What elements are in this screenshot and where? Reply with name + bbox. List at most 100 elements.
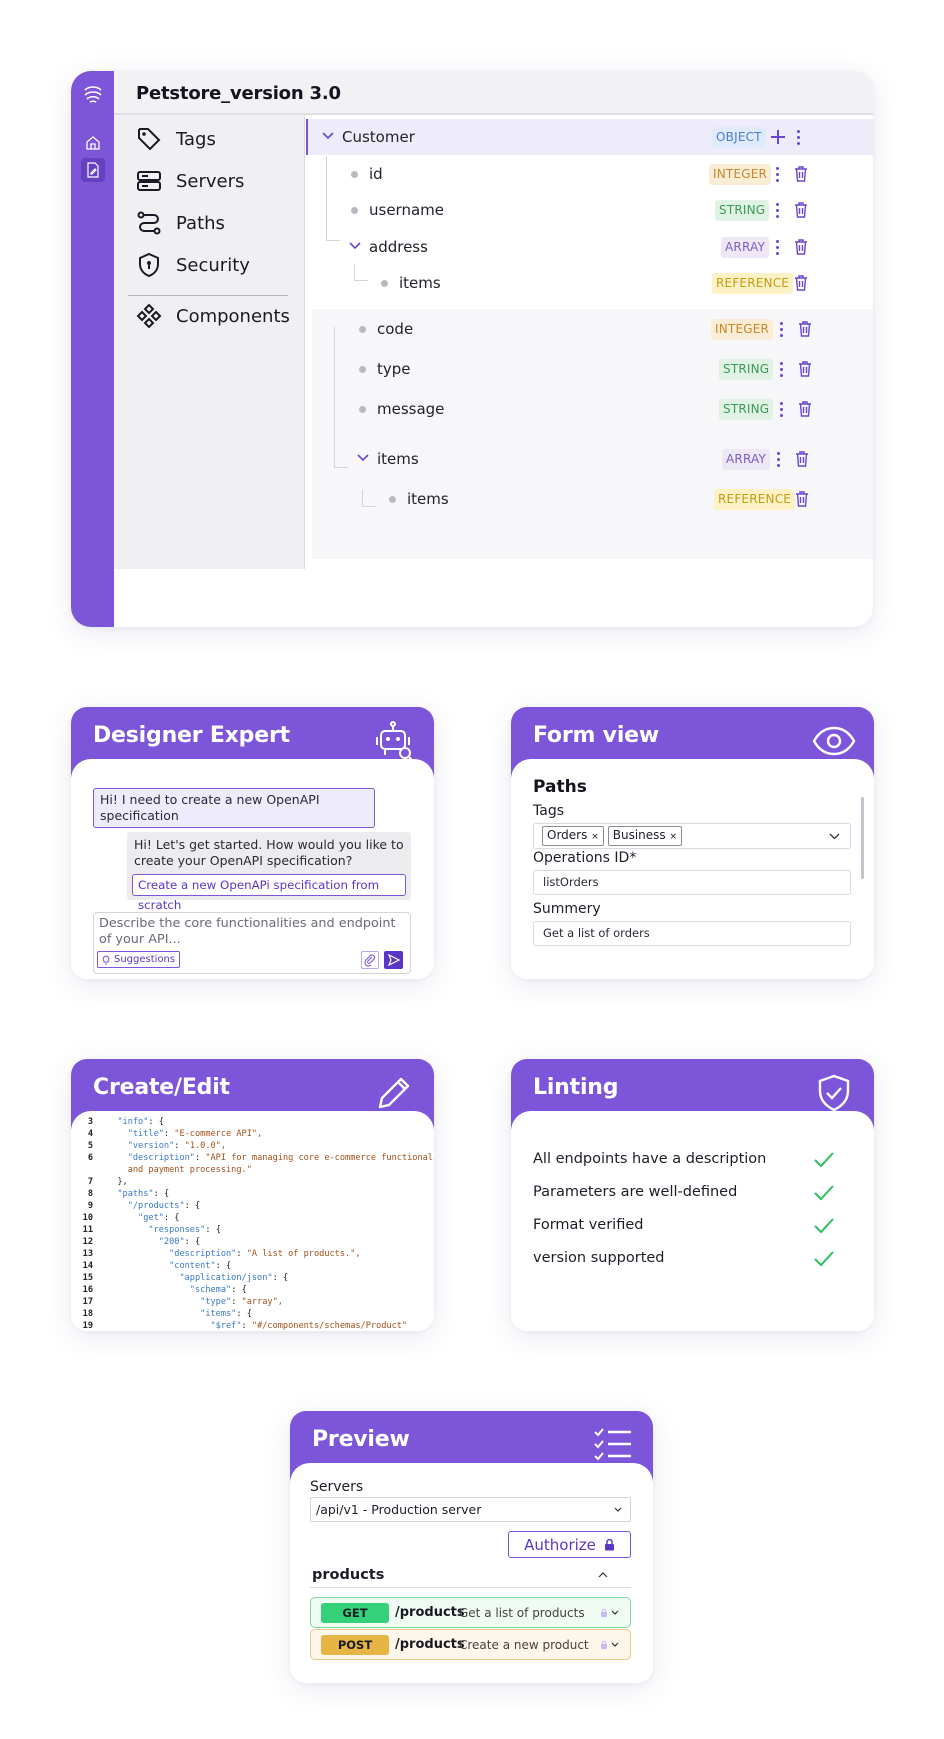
authorize-button[interactable]: Authorize bbox=[508, 1531, 631, 1558]
code-text: "description": "API for managing core e-… bbox=[127, 1153, 434, 1163]
code-line: 7 }, bbox=[71, 1176, 434, 1188]
operation-path: /products bbox=[395, 1637, 465, 1652]
type-badge: ARRAY bbox=[722, 449, 771, 470]
operation-id-field[interactable]: listOrders bbox=[533, 870, 851, 895]
code-line: 15 "application/json": { bbox=[71, 1272, 434, 1284]
code-line: and payment processing." bbox=[71, 1164, 434, 1176]
trash-icon[interactable] bbox=[797, 320, 813, 338]
lint-check-label: Format verified bbox=[533, 1217, 644, 1233]
sidebar-item-tags[interactable]: Tags bbox=[136, 123, 216, 155]
check-icon bbox=[814, 1251, 834, 1267]
card-title: Designer Expert bbox=[93, 723, 290, 748]
sidebar-item-paths[interactable]: Paths bbox=[136, 207, 225, 239]
line-number: 16 bbox=[82, 1285, 93, 1295]
tree-row-items[interactable]: items REFERENCE bbox=[306, 265, 873, 301]
remove-chip-icon[interactable]: × bbox=[669, 832, 677, 842]
chat-input[interactable]: Describe the core functionalities and en… bbox=[99, 916, 399, 948]
lock-chevron-icon[interactable] bbox=[600, 1608, 622, 1618]
trash-icon[interactable] bbox=[794, 490, 810, 508]
method-badge: POST bbox=[321, 1635, 389, 1655]
trash-icon[interactable] bbox=[793, 274, 809, 292]
chevron-up-icon[interactable] bbox=[598, 1571, 608, 1578]
code-line: 12 "200": { bbox=[71, 1236, 434, 1248]
tag-chip-business[interactable]: Business × bbox=[607, 826, 683, 846]
more-options-icon[interactable] bbox=[776, 320, 786, 338]
send-button[interactable] bbox=[384, 951, 403, 969]
chevron-down-icon[interactable] bbox=[357, 454, 369, 462]
line-number: 5 bbox=[87, 1141, 93, 1151]
operation-path: /products bbox=[395, 1605, 465, 1620]
trash-icon[interactable] bbox=[797, 360, 813, 378]
chat-input-box[interactable]: Describe the core functionalities and en… bbox=[93, 912, 411, 974]
operation-post-products[interactable]: POST /products Create a new product bbox=[310, 1629, 631, 1660]
lint-results: All endpoints have a description Paramet… bbox=[511, 1111, 874, 1331]
more-options-icon[interactable] bbox=[776, 360, 786, 378]
code-editor[interactable]: 3 "info": {4 "title": "E-commerce API", 5… bbox=[71, 1111, 434, 1331]
tags-label: Tags bbox=[533, 803, 564, 819]
chevron-down-icon[interactable] bbox=[829, 833, 840, 840]
server-select[interactable]: /api/v1 - Production server bbox=[310, 1497, 631, 1522]
code-text: and payment processing." bbox=[107, 1165, 252, 1175]
trash-icon[interactable] bbox=[794, 450, 810, 468]
remove-chip-icon[interactable]: × bbox=[591, 832, 599, 842]
lint-check-row: Format verified bbox=[533, 1217, 851, 1241]
trash-icon[interactable] bbox=[793, 165, 809, 183]
sidebar-item-components[interactable]: Components bbox=[136, 300, 290, 332]
trash-icon[interactable] bbox=[797, 400, 813, 418]
line-number: 10 bbox=[82, 1213, 93, 1223]
line-number: 7 bbox=[87, 1177, 93, 1187]
type-badge: STRING bbox=[719, 399, 774, 420]
tree-row-items-array[interactable]: items ARRAY bbox=[306, 441, 873, 477]
add-icon[interactable] bbox=[770, 129, 786, 145]
line-number: 8 bbox=[87, 1189, 93, 1199]
sidebar-item-security[interactable]: Security bbox=[136, 249, 250, 281]
type-badge: INTEGER bbox=[711, 319, 774, 340]
operation-get-products[interactable]: GET /products Get a list of products bbox=[310, 1597, 631, 1628]
tree-row-address[interactable]: address ARRAY bbox=[306, 229, 873, 265]
sidebar-item-servers[interactable]: Servers bbox=[136, 165, 244, 197]
summary-field[interactable]: Get a list of orders bbox=[533, 921, 851, 946]
tags-select[interactable]: Orders × Business × bbox=[533, 823, 851, 849]
group-divider bbox=[310, 1587, 631, 1588]
type-badge: STRING bbox=[715, 200, 770, 221]
edit-document-icon[interactable] bbox=[81, 158, 105, 182]
send-icon bbox=[387, 953, 401, 967]
tree-row-id[interactable]: id INTEGER bbox=[306, 156, 873, 192]
api-designer-window: Petstore_version 3.0 Tags Servers Paths … bbox=[71, 71, 873, 627]
lock-chevron-icon[interactable] bbox=[600, 1640, 622, 1650]
sidebar: Tags Servers Paths Security Components bbox=[114, 115, 305, 569]
tree-row-message[interactable]: message STRING bbox=[306, 391, 873, 427]
tree-row-code[interactable]: code INTEGER bbox=[306, 311, 873, 347]
home-icon[interactable] bbox=[81, 131, 105, 155]
card-title: Linting bbox=[533, 1075, 619, 1100]
tree-row-items-ref[interactable]: items REFERENCE bbox=[306, 481, 873, 517]
more-options-icon[interactable] bbox=[772, 238, 782, 256]
tag-icon bbox=[138, 128, 161, 151]
more-options-icon[interactable] bbox=[772, 201, 782, 219]
line-number: 14 bbox=[82, 1261, 93, 1271]
more-options-icon[interactable] bbox=[773, 450, 783, 468]
attach-button[interactable] bbox=[361, 951, 379, 969]
tree-row-label: id bbox=[369, 165, 383, 183]
trash-icon[interactable] bbox=[793, 238, 809, 256]
endpoint-group-title[interactable]: products bbox=[312, 1567, 384, 1583]
tree-row-customer[interactable]: Customer OBJECT bbox=[306, 119, 873, 155]
code-text: "title": "E-commerce API", bbox=[127, 1129, 263, 1139]
type-badge: OBJECT bbox=[712, 127, 766, 148]
suggestions-button[interactable]: Suggestions bbox=[97, 951, 181, 968]
chevron-down-icon[interactable] bbox=[322, 132, 334, 140]
more-options-icon[interactable] bbox=[776, 400, 786, 418]
more-options-icon[interactable] bbox=[793, 128, 803, 146]
chevron-down-icon bbox=[614, 1507, 622, 1512]
trash-icon[interactable] bbox=[793, 201, 809, 219]
type-badge: INTEGER bbox=[709, 164, 772, 185]
scrollbar[interactable] bbox=[861, 797, 864, 879]
more-options-icon[interactable] bbox=[772, 165, 782, 183]
tag-chip-orders[interactable]: Orders × bbox=[542, 826, 604, 846]
chevron-down-icon[interactable] bbox=[349, 242, 361, 250]
code-text: "description": "A list of products.", bbox=[169, 1249, 361, 1259]
tree-row-type[interactable]: type STRING bbox=[306, 351, 873, 387]
lint-check-row: version supported bbox=[533, 1250, 851, 1274]
create-from-scratch-option[interactable]: Create a new OpenAPi specification from … bbox=[132, 874, 406, 912]
tree-row-username[interactable]: username STRING bbox=[306, 192, 873, 228]
